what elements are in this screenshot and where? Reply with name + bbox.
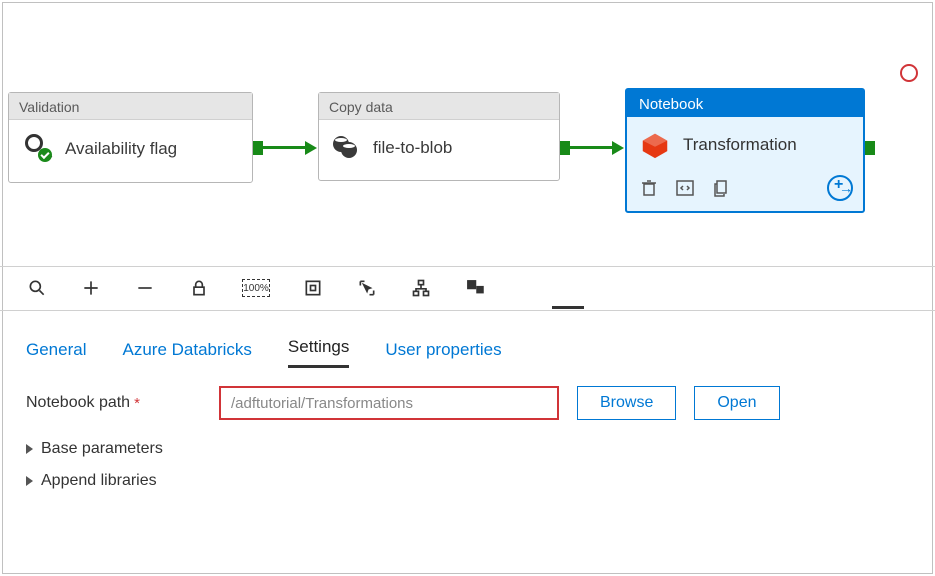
connector-arrow-icon [612,141,624,155]
divider [0,310,935,311]
notebook-path-label: Notebook path * [26,394,201,412]
open-button[interactable]: Open [694,386,779,420]
connector-node[interactable] [865,141,875,155]
auto-layout-icon[interactable] [410,277,432,299]
activity-type-label: Notebook [627,90,863,117]
pipeline-canvas[interactable]: Validation Availability flag Copy data f… [0,0,935,260]
alert-ring-icon [900,64,918,82]
activity-validation[interactable]: Validation Availability flag [8,92,253,183]
code-icon[interactable] [675,178,695,198]
activity-type-label: Validation [9,93,252,120]
base-parameters-expander[interactable]: Base parameters [26,440,915,458]
connector-node [560,141,570,155]
notebook-path-row: Notebook path * Browse Open [26,386,915,420]
settings-panel: Notebook path * Browse Open Base paramet… [26,386,915,504]
tab-general[interactable]: General [26,340,86,368]
select-icon[interactable] [356,277,378,299]
minimap-icon[interactable] [464,277,486,299]
add-icon[interactable] [80,277,102,299]
activity-name: file-to-blob [373,138,452,158]
connector-node [253,141,263,155]
connector-line [570,146,613,149]
activity-type-label: Copy data [319,93,559,120]
zoom-100-icon[interactable]: 100% [242,279,270,297]
notebook-path-input[interactable] [219,386,559,420]
append-libraries-expander[interactable]: Append libraries [26,472,915,490]
chevron-right-icon [26,476,33,486]
canvas-toolbar: 100% [0,266,935,310]
copy-icon[interactable] [711,178,731,198]
activity-name: Transformation [683,135,797,155]
activity-mini-toolbar: +→ [627,169,863,211]
activity-copy-data[interactable]: Copy data file-to-blob [318,92,560,181]
tab-user-properties[interactable]: User properties [385,340,501,368]
fit-icon[interactable] [302,277,324,299]
remove-icon[interactable] [134,277,156,299]
databricks-icon [641,131,669,159]
activity-notebook[interactable]: Notebook Transformation +→ [625,88,865,213]
validation-icon [23,134,53,164]
add-output-icon[interactable]: +→ [827,175,853,201]
search-icon[interactable] [26,277,48,299]
activity-name: Availability flag [65,139,177,159]
lock-icon[interactable] [188,277,210,299]
copy-data-icon [333,134,361,162]
browse-button[interactable]: Browse [577,386,676,420]
delete-icon[interactable] [639,178,659,198]
chevron-right-icon [26,444,33,454]
tab-settings[interactable]: Settings [288,337,349,368]
tab-azure-databricks[interactable]: Azure Databricks [122,340,251,368]
property-tabs: General Azure Databricks Settings User p… [0,324,935,368]
connector-line [263,146,306,149]
connector-arrow-icon [305,141,317,155]
panel-drag-handle[interactable] [552,306,584,309]
required-asterisk: * [134,395,140,412]
